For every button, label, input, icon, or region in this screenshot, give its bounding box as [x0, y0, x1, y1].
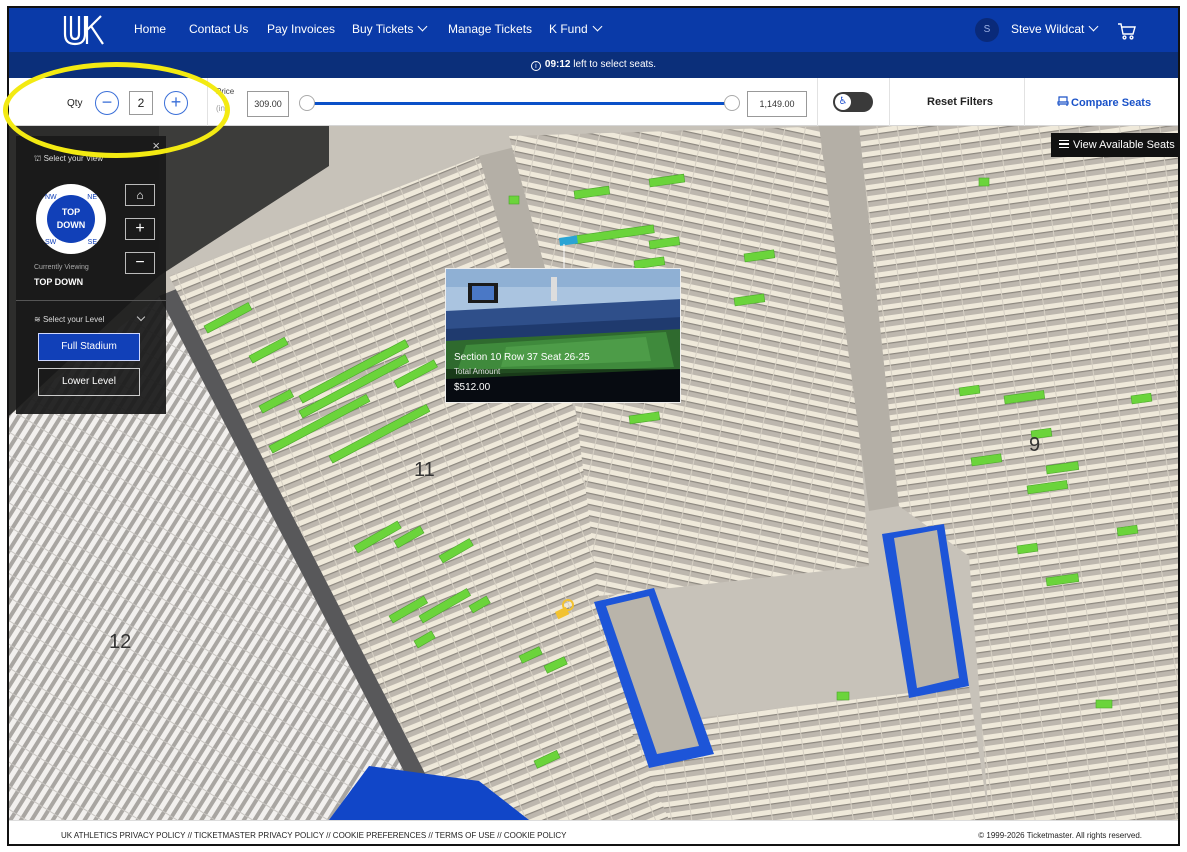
- highlight-annotation: [3, 62, 230, 158]
- layers-icon: ≋: [34, 315, 41, 324]
- compare-seats-label: Compare Seats: [1071, 97, 1152, 109]
- level-lower-level-button[interactable]: Lower Level: [38, 368, 140, 396]
- nav-contact-us[interactable]: Contact Us: [189, 22, 248, 36]
- stadium-seat-map[interactable]: 11 9 12: [9, 126, 1178, 820]
- chevron-down-icon: [136, 312, 146, 322]
- accessibility-icon: ♿: [835, 94, 851, 110]
- price-min-input[interactable]: 309.00: [247, 91, 289, 117]
- compass-sw[interactable]: SW: [45, 239, 56, 246]
- price-slider-track[interactable]: [305, 102, 733, 105]
- user-menu[interactable]: Steve Wildcat: [1011, 21, 1099, 36]
- list-icon: [1059, 140, 1069, 148]
- footer-separator: //: [323, 831, 333, 840]
- view-control-panel: × ⛫ Select your View NW NE SW SE TOP DOW…: [16, 136, 166, 414]
- nav-buy-tickets[interactable]: Buy Tickets: [352, 21, 428, 36]
- seat-icon: [1057, 96, 1069, 106]
- chevron-down-icon: [1088, 21, 1099, 32]
- accessibility-toggle[interactable]: ♿: [833, 92, 873, 112]
- compass-se[interactable]: SE: [88, 239, 97, 246]
- view-available-seats-button[interactable]: View Available Seats: [1051, 133, 1178, 157]
- info-icon: i: [530, 61, 541, 71]
- compass-down-label: DOWN: [56, 220, 86, 230]
- current-view-value: TOP DOWN: [34, 277, 84, 287]
- footer-links: UK ATHLETICS PRIVACY POLICY // TICKETMAS…: [61, 831, 567, 840]
- footer-separator: //: [494, 831, 504, 840]
- divider: [1024, 78, 1025, 126]
- footer-link-terms[interactable]: TERMS OF USE: [435, 831, 495, 840]
- nav-home[interactable]: Home: [134, 22, 166, 36]
- top-down-button[interactable]: TOP DOWN: [47, 195, 95, 243]
- compare-seats-button[interactable]: Compare Seats: [1057, 96, 1151, 109]
- home-icon: ⌂: [136, 188, 144, 202]
- zoom-in-button[interactable]: +: [125, 218, 155, 240]
- price-slider-min-handle[interactable]: [299, 95, 315, 111]
- divider: [889, 78, 890, 126]
- chevron-down-icon: [417, 21, 428, 32]
- section-label-9: 9: [1029, 434, 1040, 456]
- timer-text: left to select seats.: [570, 59, 657, 70]
- cart-icon[interactable]: [1117, 22, 1137, 40]
- zoom-out-button[interactable]: −: [125, 252, 155, 274]
- currently-viewing-label: Currently Viewing: [34, 264, 89, 271]
- popup-price: $512.00: [454, 382, 491, 393]
- section-label-11: 11: [414, 459, 435, 481]
- footer-link-cookie-policy[interactable]: COOKIE POLICY: [504, 831, 567, 840]
- map-canvas[interactable]: 11 9 12: [9, 126, 1178, 820]
- footer: UK ATHLETICS PRIVACY POLICY // TICKETMAS…: [9, 820, 1178, 844]
- section-label-12: 12: [109, 631, 131, 653]
- popup-total-label: Total Amount: [454, 367, 501, 376]
- view-available-label: View Available Seats: [1073, 139, 1175, 151]
- footer-link-uk-privacy[interactable]: UK ATHLETICS PRIVACY POLICY: [61, 831, 185, 840]
- popup-seat-info: Section 10 Row 37 Seat 26-25: [454, 352, 590, 363]
- nav-k-fund[interactable]: K Fund: [549, 21, 603, 36]
- footer-separator: //: [426, 831, 435, 840]
- select-level-label[interactable]: ≋ Select your Level: [34, 312, 146, 324]
- seat-view-popup[interactable]: Section 10 Row 37 Seat 26-25 Total Amoun…: [445, 268, 681, 403]
- copyright: © 1999-2026 Ticketmaster. All rights res…: [978, 831, 1142, 840]
- price-slider-max-handle[interactable]: [724, 95, 740, 111]
- top-nav: Home Contact Us Pay Invoices Buy Tickets…: [9, 8, 1178, 52]
- divider: [16, 300, 166, 301]
- footer-separator: //: [185, 831, 195, 840]
- divider: [817, 78, 818, 126]
- view-compass[interactable]: NW NE SW SE TOP DOWN: [36, 184, 106, 254]
- home-view-button[interactable]: ⌂: [125, 184, 155, 206]
- avatar[interactable]: S: [975, 18, 999, 42]
- stadium-icon: ⛫: [34, 154, 42, 163]
- nav-manage-tickets[interactable]: Manage Tickets: [448, 22, 532, 36]
- level-full-stadium-button[interactable]: Full Stadium: [38, 333, 140, 361]
- chevron-down-icon: [592, 21, 603, 32]
- uk-logo[interactable]: [61, 12, 107, 48]
- footer-link-tm-privacy[interactable]: TICKETMASTER PRIVACY POLICY: [194, 831, 324, 840]
- footer-link-cookie-prefs[interactable]: COOKIE PREFERENCES: [333, 831, 426, 840]
- reset-filters-button[interactable]: Reset Filters: [927, 96, 993, 108]
- timer-time: 09:12: [544, 59, 571, 70]
- compass-top-label: TOP: [61, 207, 81, 217]
- nav-pay-invoices[interactable]: Pay Invoices: [267, 22, 335, 36]
- compass-ne[interactable]: NE: [87, 194, 97, 201]
- price-max-input[interactable]: 1,149.00: [747, 91, 807, 117]
